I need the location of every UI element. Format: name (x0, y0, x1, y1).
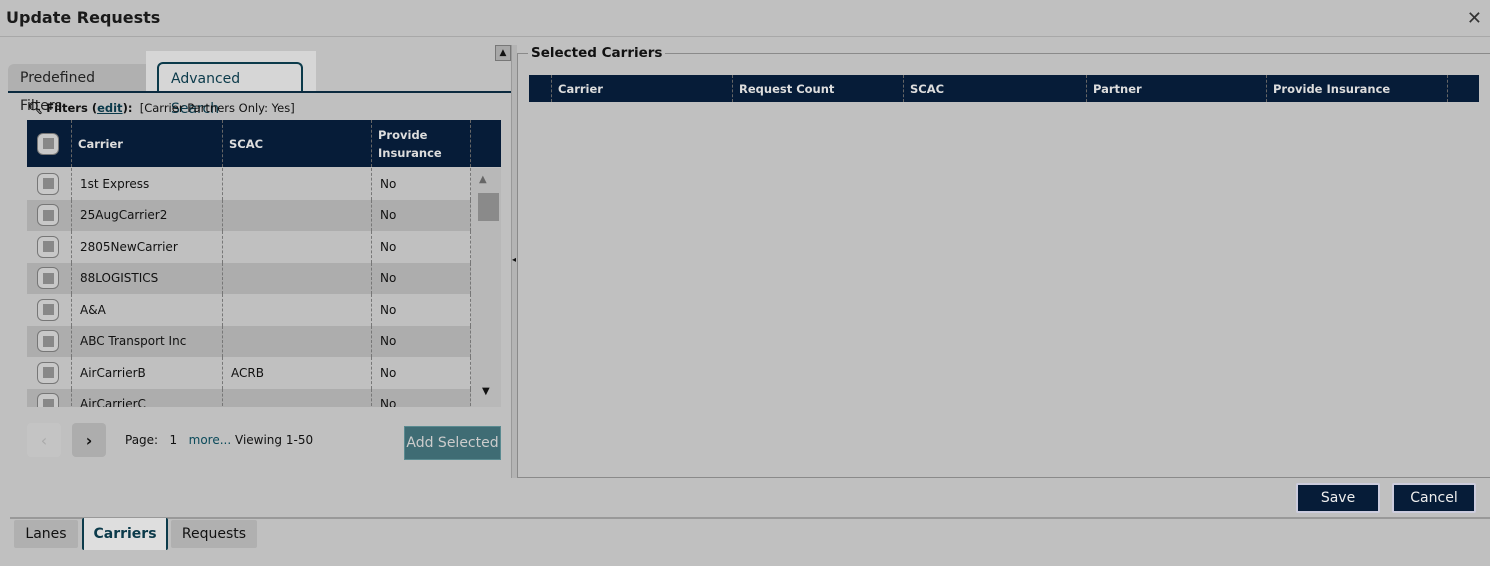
page-number: 1 (169, 433, 178, 447)
table-row[interactable]: A&A No (27, 294, 471, 326)
cell-scac (222, 168, 371, 200)
cell-scac (222, 231, 371, 263)
col-scac[interactable]: SCAC (903, 75, 1086, 102)
cell-carrier: 88LOGISTICS (71, 262, 222, 294)
row-checkbox[interactable] (27, 294, 71, 326)
tab-carriers[interactable]: Carriers (82, 518, 168, 550)
cell-scac: ACRB (222, 357, 371, 389)
cell-scac (222, 262, 371, 294)
add-selected-button[interactable]: Add Selected (404, 426, 501, 460)
tab-requests[interactable]: Requests (171, 520, 257, 548)
selected-carriers-panel (517, 53, 1490, 478)
col-partner[interactable]: Partner (1086, 75, 1266, 102)
collapse-left-icon[interactable]: ◂ (512, 255, 516, 264)
grid-body: 1st Express No 25AugCarrier2 No 2805NewC… (27, 168, 471, 407)
row-checkbox[interactable] (27, 326, 71, 358)
viewing-range: Viewing 1-50 (235, 433, 314, 447)
divider (10, 517, 1490, 519)
close-icon[interactable]: ✕ (1467, 8, 1482, 29)
filters-label: Filters ( (46, 101, 98, 115)
dialog-title: Update Requests (6, 8, 161, 27)
row-checkbox[interactable] (27, 357, 71, 389)
next-page-button[interactable]: › (72, 423, 106, 457)
cell-carrier: 1st Express (71, 168, 222, 200)
col-carrier[interactable]: Carrier (71, 120, 222, 167)
table-row[interactable]: AirCarrierC No (27, 388, 471, 407)
cell-scac (222, 294, 371, 326)
table-row[interactable]: 1st Express No (27, 168, 471, 200)
select-all-checkbox[interactable] (27, 120, 71, 167)
grid-scrollbar[interactable]: ▲ ▼ (471, 168, 501, 407)
col-provide-insurance[interactable]: Provide Insurance (1266, 75, 1447, 102)
tab-underline (8, 91, 511, 93)
row-checkbox[interactable] (27, 200, 71, 232)
col-spacer (470, 120, 501, 167)
tab-lanes[interactable]: Lanes (14, 520, 78, 548)
scroll-thumb[interactable] (478, 193, 499, 221)
col-request-count[interactable]: Request Count (732, 75, 903, 102)
col-provide-insurance[interactable]: Provide Insurance (371, 120, 470, 167)
cell-provide-insurance: No (371, 388, 471, 407)
cancel-button[interactable]: Cancel (1392, 483, 1476, 513)
scroll-down-icon[interactable]: ▼ (482, 386, 490, 397)
cell-provide-insurance: No (371, 262, 471, 294)
col-scac[interactable]: SCAC (222, 120, 371, 167)
table-row[interactable]: AirCarrierB ACRB No (27, 357, 471, 389)
tab-predefined-filters[interactable]: Predefined Filters (8, 64, 152, 114)
cell-scac (222, 199, 371, 231)
cell-provide-insurance: No (371, 325, 471, 357)
selected-carriers-legend: Selected Carriers (528, 45, 666, 61)
edit-filters-link[interactable]: edit (97, 101, 122, 115)
divider (0, 36, 1490, 37)
tab-advanced-search[interactable]: Advanced Search (157, 62, 303, 117)
cell-provide-insurance: No (371, 294, 471, 326)
row-checkbox[interactable] (27, 389, 71, 407)
table-row[interactable]: 88LOGISTICS No (27, 262, 471, 295)
col-carrier[interactable]: Carrier (551, 75, 732, 102)
cell-carrier: A&A (71, 294, 222, 326)
filters-suffix: ): (122, 101, 133, 115)
cell-carrier: AirCarrierC (71, 388, 222, 407)
collapse-up-button[interactable]: ▲ (495, 45, 511, 61)
cell-carrier: 2805NewCarrier (71, 231, 222, 263)
cell-provide-insurance: No (371, 199, 471, 231)
scroll-up-icon[interactable]: ▲ (479, 174, 487, 185)
selected-grid-header: Carrier Request Count SCAC Partner Provi… (529, 75, 1479, 102)
cell-carrier: ABC Transport Inc (71, 325, 222, 357)
save-button[interactable]: Save (1296, 483, 1380, 513)
search-icon: 🔍︎ (28, 101, 43, 115)
cell-provide-insurance: No (371, 231, 471, 263)
row-checkbox[interactable] (27, 168, 71, 200)
table-row[interactable]: ABC Transport Inc No (27, 325, 471, 358)
cell-carrier: AirCarrierB (71, 357, 222, 389)
page-label: Page: (125, 433, 159, 447)
cell-scac (222, 325, 371, 357)
table-row[interactable]: 25AugCarrier2 No (27, 199, 471, 232)
cell-provide-insurance: No (371, 357, 471, 389)
cell-provide-insurance: No (371, 168, 471, 200)
cell-carrier: 25AugCarrier2 (71, 199, 222, 231)
filters-value: [Carrier Partners Only: Yes] (139, 101, 295, 115)
pager: Page: 1 more... Viewing 1-50 (125, 433, 313, 447)
col-spacer (1447, 75, 1479, 102)
prev-page-button[interactable]: ‹ (27, 423, 61, 457)
filters-line: 🔍︎ Filters (edit): [Carrier Partners Onl… (28, 101, 295, 115)
grid-header: Carrier SCAC Provide Insurance (27, 120, 501, 167)
cell-scac (222, 388, 371, 407)
row-checkbox[interactable] (27, 263, 71, 295)
table-row[interactable]: 2805NewCarrier No (27, 231, 471, 263)
row-checkbox[interactable] (27, 231, 71, 263)
more-pages-link[interactable]: more... (189, 433, 232, 447)
